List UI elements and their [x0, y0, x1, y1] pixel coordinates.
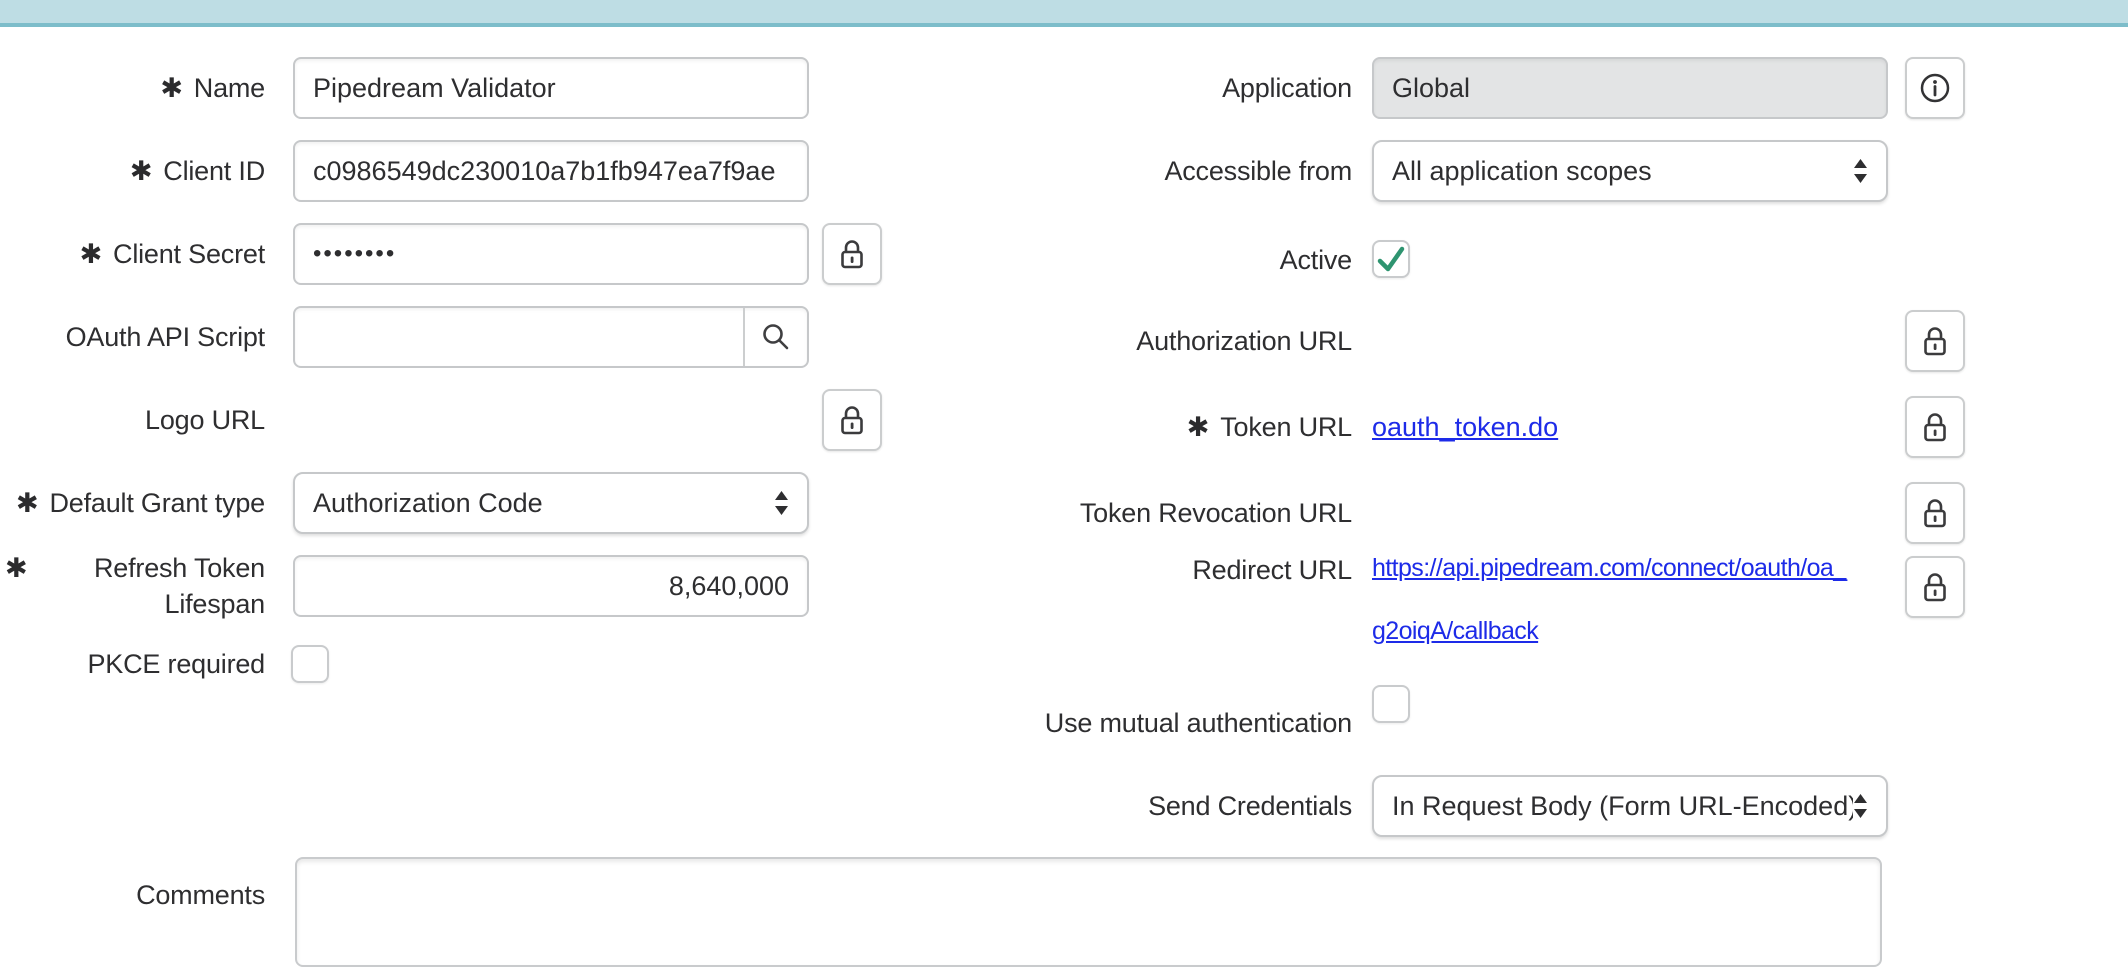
select-arrows-icon	[1853, 791, 1868, 821]
token-url-label: ✱Token URL	[1040, 396, 1352, 458]
lock-icon	[1921, 571, 1949, 604]
accessible-from-label: Accessible from	[1040, 140, 1352, 202]
application-label: Application	[1040, 57, 1352, 119]
required-icon: ✱	[160, 70, 182, 106]
name-input[interactable]	[293, 57, 809, 119]
default-grant-type-select[interactable]: Authorization Code	[293, 472, 809, 534]
use-mutual-authentication-label: Use mutual authentication	[1040, 675, 1352, 770]
token-url-link[interactable]: oauth_token.do	[1372, 396, 1558, 458]
refresh-token-lifespan-input[interactable]	[293, 555, 809, 617]
client-secret-lock-button[interactable]	[822, 223, 882, 285]
application-info-button[interactable]	[1905, 57, 1965, 119]
token-revocation-url-lock-button[interactable]	[1905, 482, 1965, 544]
redirect-url-link[interactable]: https://api.pipedream.com/connect/oauth/…	[1372, 537, 1902, 663]
application-input	[1372, 57, 1888, 119]
oauth-application-registry-form: { "chrome": { "topbar_color": "#bedde4",…	[0, 0, 2128, 948]
lock-icon	[838, 404, 866, 437]
required-icon: ✱	[1187, 409, 1209, 445]
active-checkbox[interactable]	[1372, 240, 1410, 278]
send-credentials-label: Send Credentials	[1040, 775, 1352, 837]
use-mutual-authentication-checkbox[interactable]	[1372, 685, 1410, 723]
token-revocation-url-label: Token Revocation URL	[1040, 482, 1352, 544]
logo-url-lock-button[interactable]	[822, 389, 882, 451]
client-id-label: ✱Client ID	[5, 140, 265, 202]
required-icon: ✱	[5, 550, 27, 586]
required-icon: ✱	[16, 485, 38, 521]
refresh-token-lifespan-label: ✱Refresh Token Lifespan	[5, 555, 265, 617]
name-label: ✱Name	[5, 57, 265, 119]
client-secret-label: ✱Client Secret	[5, 223, 265, 285]
pkce-required-checkbox[interactable]	[291, 645, 329, 683]
comments-label: Comments	[5, 864, 265, 926]
accessible-from-select[interactable]: All application scopes	[1372, 140, 1888, 202]
logo-url-label: Logo URL	[5, 389, 265, 451]
token-url-lock-button[interactable]	[1905, 396, 1965, 458]
select-arrows-icon	[774, 488, 789, 518]
redirect-url-lock-button[interactable]	[1905, 556, 1965, 618]
checkmark-icon	[1374, 242, 1408, 276]
oauth-api-script-label: OAuth API Script	[5, 306, 265, 368]
lock-icon	[1921, 497, 1949, 530]
search-icon	[761, 322, 791, 352]
redirect-url-label: Redirect URL	[1040, 539, 1352, 601]
authorization-url-label: Authorization URL	[1040, 310, 1352, 372]
lock-icon	[838, 238, 866, 271]
oauth-api-script-input[interactable]	[295, 308, 743, 366]
top-form-header-strip	[0, 0, 2128, 27]
required-icon: ✱	[130, 153, 152, 189]
default-grant-type-label: ✱Default Grant type	[5, 472, 265, 534]
send-credentials-select[interactable]: In Request Body (Form URL-Encoded)	[1372, 775, 1888, 837]
oauth-api-script-lookup-button[interactable]	[743, 308, 807, 366]
oauth-api-script-field	[293, 306, 809, 368]
authorization-url-lock-button[interactable]	[1905, 310, 1965, 372]
select-arrows-icon	[1853, 156, 1868, 186]
lock-icon	[1921, 325, 1949, 358]
client-id-input[interactable]	[293, 140, 809, 202]
lock-icon	[1921, 411, 1949, 444]
comments-textarea[interactable]	[295, 857, 1882, 967]
required-icon: ✱	[80, 236, 102, 272]
active-label: Active	[1040, 229, 1352, 291]
client-secret-input[interactable]	[293, 223, 809, 285]
pkce-required-label: PKCE required	[5, 633, 265, 695]
info-icon	[1919, 72, 1951, 104]
